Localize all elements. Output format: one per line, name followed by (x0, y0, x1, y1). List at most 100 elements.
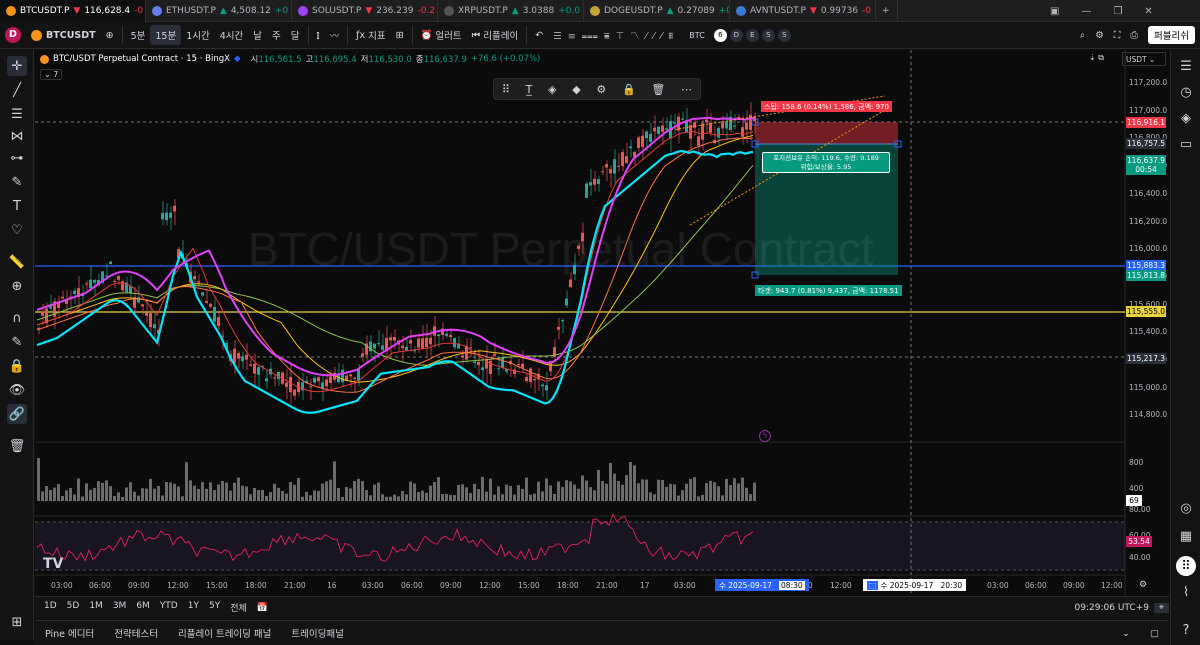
range-0[interactable]: 1D (39, 601, 62, 614)
currency-axis-selector[interactable]: USDT ⌄ (1122, 52, 1166, 66)
lock-icon[interactable]: 🔒 (7, 356, 27, 376)
indicator-collapse[interactable]: ⌄ 7 (40, 69, 63, 80)
fullscreen-icon[interactable]: ⛶ (1109, 25, 1126, 45)
interval-6[interactable]: 달 (286, 25, 305, 45)
range-6[interactable]: 1Y (183, 601, 204, 614)
trash-icon[interactable]: 🗑 (7, 436, 27, 456)
zoom-icon[interactable]: ⊕ (7, 276, 27, 296)
close-window-icon[interactable]: ✕ (1144, 6, 1152, 17)
range-8[interactable]: 전체 (225, 601, 252, 614)
apps-icon[interactable]: ⠿ (1176, 556, 1196, 576)
drag-icon[interactable]: ⠿ (502, 83, 510, 96)
tab-btcusdt-p[interactable]: BTCUSDT.P▼116,628.4-0✕ (0, 0, 146, 22)
settings-gear-icon[interactable]: ⚙ (596, 83, 606, 96)
templates-icon[interactable]: ⊞ (391, 25, 409, 45)
link-icon[interactable]: 🔗 (7, 404, 27, 424)
tab-xrpusdt-p[interactable]: XRPUSDT.P▲3.0388+0.0✕ (438, 0, 584, 22)
watchlist-icon[interactable]: ☰ (1176, 56, 1196, 76)
alert-button[interactable]: ⏰ 얼러트 (416, 25, 467, 45)
minimize-icon[interactable]: ⌄ (1112, 628, 1140, 639)
camera-icon[interactable]: ⎙ (1125, 25, 1143, 45)
circle-toggle-0[interactable]: 6 (713, 28, 727, 42)
range-5[interactable]: YTD (155, 601, 183, 614)
legend-title[interactable]: BTC/USDT Perpetual Contract · 15 · BingX (53, 54, 230, 64)
undo-icon[interactable]: ↶ (530, 25, 548, 45)
range-4[interactable]: 6M (131, 601, 155, 614)
target-icon[interactable]: ◎ (1176, 498, 1196, 518)
clock[interactable]: 09:29:06 UTC+9 (1070, 603, 1154, 613)
account-avatar[interactable]: D (0, 25, 26, 45)
line-type-icon[interactable]: 〰 (325, 25, 345, 45)
lightning-icon[interactable]: ϟ (759, 430, 771, 442)
panel-tab-2[interactable]: 리플레이 트레이딩 패널 (168, 626, 281, 640)
symbol-search[interactable]: BTCUSDT (26, 25, 101, 45)
panel-tab-0[interactable]: Pine 에디터 (35, 626, 104, 640)
date-range-icon[interactable]: 📅 (252, 603, 273, 613)
layers-icon[interactable]: ◈ (1176, 108, 1196, 128)
tab-avntusdt-p[interactable]: AVNTUSDT.P▼0.99736-0✕ (730, 0, 876, 22)
help-icon[interactable]: ? (1176, 620, 1196, 640)
color-icon[interactable]: ◆ (572, 83, 580, 96)
magnet-icon[interactable]: ∩ (7, 308, 27, 328)
interval-0[interactable]: 5분 (126, 25, 151, 45)
volume-bar (545, 478, 548, 501)
range-7[interactable]: 5Y (204, 601, 225, 614)
object-tree-icon[interactable]: ⊞ (7, 612, 27, 632)
replay-button[interactable]: ⏮ 리플레이 (467, 25, 524, 45)
fill-icon[interactable]: ◈ (548, 83, 556, 96)
lock-small-icon[interactable]: 🔒 (622, 83, 636, 96)
new-tab-icon[interactable]: + (876, 0, 898, 22)
range-1[interactable]: 5D (62, 601, 85, 614)
crosshair-icon[interactable]: ✛ (7, 56, 27, 76)
interval-5[interactable]: 주 (267, 25, 286, 45)
axis-scroll-icons[interactable]: ⇣ ⧉ (1089, 53, 1104, 63)
ruler-icon[interactable]: 📏 (7, 252, 27, 272)
tab-solusdt-p[interactable]: SOLUSDT.P▼236.239-0.2✕ (292, 0, 438, 22)
eye-icon[interactable]: 👁 (7, 380, 27, 400)
search-icon[interactable]: ⌕ (1075, 25, 1090, 45)
circle-toggle-2[interactable]: E (745, 28, 759, 42)
trendline-icon[interactable]: ╱ (7, 80, 27, 100)
circle-toggle-3[interactable]: S (761, 28, 775, 42)
fib-icon[interactable]: ☰ (7, 104, 27, 124)
drawing-favorites[interactable]: ☰≡⩶⩸⊤〽⁄⁄⁄⩩ (548, 25, 684, 45)
chart-area[interactable]: BTC/USDT Perpetual Contract · 15 · BingX… (35, 50, 1169, 595)
collapse-icon[interactable]: ⌖ (1153, 602, 1169, 613)
text-icon[interactable]: T (7, 196, 27, 216)
pattern-icon[interactable]: ⋈ (7, 126, 27, 146)
circle-toggle-1[interactable]: D (729, 28, 743, 42)
delete-icon[interactable]: 🗑 (651, 83, 665, 96)
lock-draw-icon[interactable]: ✎ (7, 332, 27, 352)
minimize-window-icon[interactable]: — (1081, 6, 1091, 17)
range-3[interactable]: 3M (108, 601, 132, 614)
panel-tab-1[interactable]: 전략테스터 (104, 626, 168, 640)
heart-icon[interactable]: ♡ (7, 220, 27, 240)
add-symbol-icon[interactable]: ⊕ (101, 25, 119, 45)
calendar-icon[interactable]: ▦ (1176, 526, 1196, 546)
circle-toggle-4[interactable]: S (777, 28, 791, 42)
panel-tab-3[interactable]: 트레이딩패널 (281, 626, 353, 640)
tab-dogeusdt-p[interactable]: DOGEUSDT.P▲0.27089+0✕ (584, 0, 730, 22)
settings-icon[interactable]: ⚙ (1090, 25, 1109, 45)
brush-icon[interactable]: ✎ (7, 172, 27, 192)
interval-3[interactable]: 4시간 (215, 25, 249, 45)
interval-2[interactable]: 1시간 (181, 25, 215, 45)
interval-4[interactable]: 날 (248, 25, 267, 45)
range-2[interactable]: 1M (84, 601, 108, 614)
chart-type-icon[interactable]: ⫾ (312, 25, 325, 45)
prediction-icon[interactable]: ⊶ (7, 148, 27, 168)
currency-selector[interactable]: BTC (684, 25, 710, 45)
pulse-icon[interactable]: ⌇ (1176, 582, 1196, 602)
publish-button[interactable]: 퍼블리쉬 (1143, 25, 1200, 45)
chat-icon[interactable]: ▭ (1176, 134, 1196, 154)
interval-1[interactable]: 15분 (150, 25, 182, 45)
tab-ethusdt-p[interactable]: ETHUSDT.P▲4,508.12+0✕ (146, 0, 292, 22)
alerts-clock-icon[interactable]: ◷ (1176, 82, 1196, 102)
maximize-icon[interactable]: ▢ (1140, 628, 1169, 639)
account-icon[interactable]: ▣ (1050, 6, 1059, 17)
more-icon[interactable]: ⋯ (681, 83, 692, 96)
text-tool-icon[interactable]: T̲ (526, 83, 533, 96)
indicators-button[interactable]: ƒx 지표 (351, 25, 390, 45)
axis-settings-icon[interactable]: ⚙ (1139, 580, 1147, 590)
restore-window-icon[interactable]: ❐ (1113, 6, 1122, 17)
